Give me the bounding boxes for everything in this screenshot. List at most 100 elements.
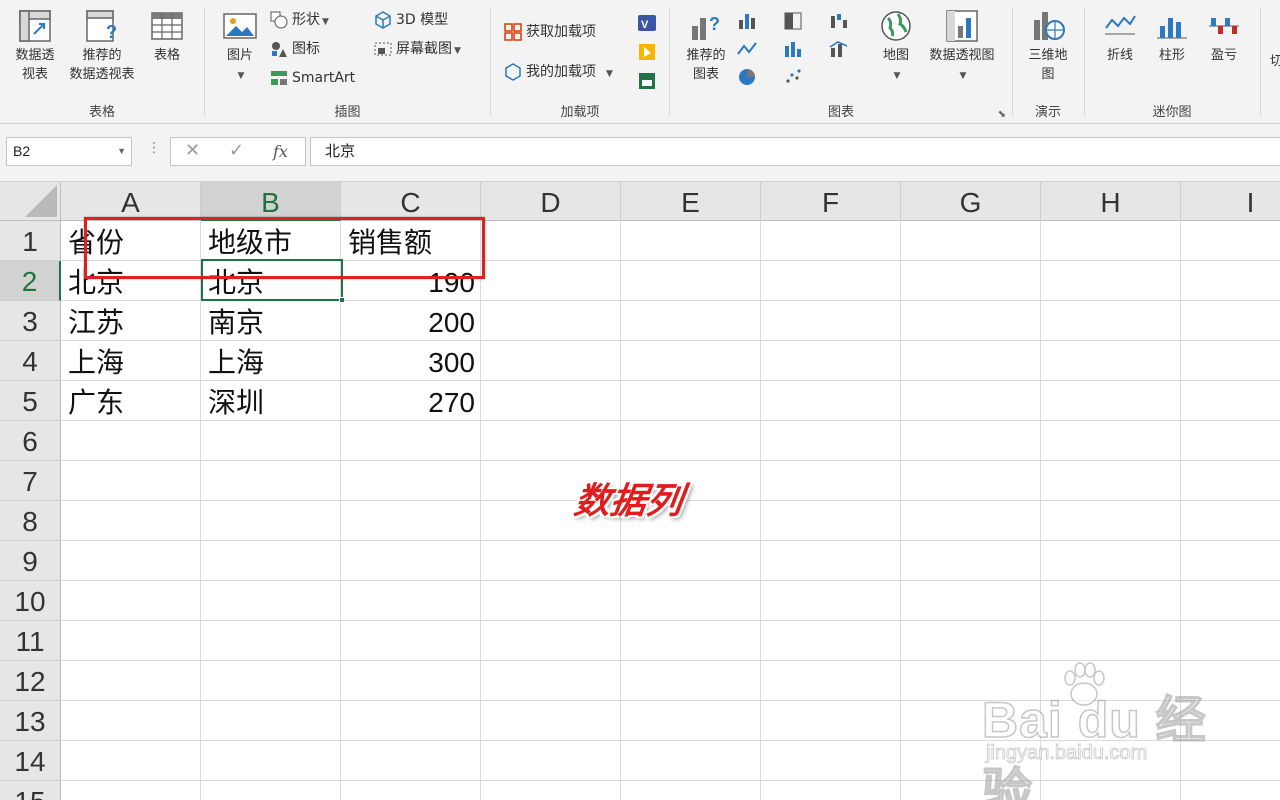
- pivot-chart-label: 数据透视图: [929, 48, 995, 63]
- chevron-down-icon: ▼: [893, 71, 901, 81]
- table-button[interactable]: 表格: [142, 8, 192, 65]
- picture-button[interactable]: 图片 ▼: [217, 8, 263, 86]
- row-header-7[interactable]: 7: [0, 461, 61, 501]
- cell-a4[interactable]: 上海: [61, 341, 201, 381]
- cell-a1[interactable]: 省份: [61, 221, 201, 261]
- enter-icon[interactable]: ✓: [229, 140, 244, 161]
- sparkline-winloss-button[interactable]: 盈亏: [1201, 8, 1247, 65]
- 3d-map-icon: [1034, 12, 1065, 40]
- combo-chart-icon[interactable]: [828, 38, 850, 60]
- scatter-chart-icon[interactable]: [782, 66, 804, 88]
- pivot-chart-button[interactable]: 数据透视图 ▼: [922, 8, 1002, 86]
- row-header-11[interactable]: 11: [0, 621, 61, 661]
- map-label: 地图: [882, 48, 909, 63]
- sparkline-column-button[interactable]: 柱形: [1149, 8, 1195, 65]
- column-header-d[interactable]: D: [481, 182, 621, 221]
- row-header-4[interactable]: 4: [0, 341, 61, 381]
- ribbon-insert-tab: 数据透 视表 ? 推荐的 数据透视表 表格 表格 图片 ▼ 形状 ▼ 图标 Sm…: [0, 0, 1280, 124]
- cell-b1[interactable]: 地级市: [201, 221, 341, 261]
- row-header-6[interactable]: 6: [0, 421, 61, 461]
- pivot-table-button[interactable]: 数据透 视表: [6, 8, 64, 84]
- icons-label: 图标: [292, 41, 320, 57]
- cell-b5[interactable]: 深圳: [201, 381, 341, 421]
- slicer-button-cutoff[interactable]: 切: [1270, 50, 1280, 74]
- group-sparklines-label: 迷你图: [1152, 105, 1192, 120]
- pivot-chart-icon: [946, 10, 978, 42]
- fill-handle[interactable]: [339, 297, 345, 303]
- cell-c5[interactable]: 270: [341, 381, 481, 421]
- row-header-13[interactable]: 13: [0, 701, 61, 741]
- smartart-button[interactable]: SmartArt: [269, 66, 355, 90]
- column-header-i[interactable]: I: [1181, 182, 1280, 221]
- insert-function-icon[interactable]: fx: [273, 142, 288, 161]
- get-addins-button[interactable]: 获取加载项: [503, 20, 596, 44]
- column-header-e[interactable]: E: [621, 182, 761, 221]
- group-charts-label: 图表: [827, 105, 854, 120]
- cell-b2[interactable]: 北京: [201, 261, 341, 301]
- bing-maps-icon[interactable]: [636, 41, 658, 63]
- row-header-15[interactable]: 15: [0, 781, 61, 800]
- sparkline-line-button[interactable]: 折线: [1097, 8, 1143, 65]
- group-addins-label: 加载项: [560, 105, 600, 120]
- line-chart-icon[interactable]: [736, 38, 758, 60]
- cell-c2[interactable]: 190: [341, 261, 481, 301]
- icons-button[interactable]: 图标: [269, 37, 320, 61]
- map-button[interactable]: 地图 ▼: [874, 8, 918, 86]
- pie-chart-icon[interactable]: [736, 66, 758, 88]
- row-header-5[interactable]: 5: [0, 381, 61, 421]
- cell-a3[interactable]: 江苏: [61, 301, 201, 341]
- my-addins-icon: [505, 63, 521, 81]
- row-header-12[interactable]: 12: [0, 661, 61, 701]
- column-header-g[interactable]: G: [901, 182, 1041, 221]
- chevron-down-icon: ▼: [606, 69, 613, 79]
- svg-text:?: ?: [709, 14, 720, 34]
- column-header-c[interactable]: C: [341, 182, 481, 221]
- cell-a2[interactable]: 北京: [61, 261, 201, 301]
- formula-buttons: ✕ ✓ fx: [170, 137, 306, 166]
- people-graph-icon[interactable]: [636, 70, 658, 92]
- recommended-charts-button[interactable]: ? 推荐的 图表: [680, 8, 732, 84]
- cell-b3[interactable]: 南京: [201, 301, 341, 341]
- row-header-9[interactable]: 9: [0, 541, 61, 581]
- group-tables-label: 表格: [88, 105, 115, 120]
- dialog-launcher-icon[interactable]: ⬊: [998, 109, 1006, 120]
- column-chart-icon[interactable]: [736, 10, 758, 32]
- picture-label: 图片: [226, 48, 253, 63]
- column-header-a[interactable]: A: [61, 182, 201, 221]
- 3d-model-button[interactable]: 3D 模型: [373, 8, 448, 32]
- annotation-label: 数据列: [571, 480, 686, 522]
- recommended-pivot-button[interactable]: ? 推荐的 数据透视表: [64, 8, 140, 84]
- cancel-icon[interactable]: ✕: [185, 140, 200, 161]
- 3d-model-icon: [375, 11, 391, 29]
- cell-c4[interactable]: 300: [341, 341, 481, 381]
- waterfall-chart-icon[interactable]: [828, 10, 850, 32]
- row-header-1[interactable]: 1: [0, 221, 61, 261]
- statistic-chart-icon[interactable]: [782, 38, 804, 60]
- cell-c3[interactable]: 200: [341, 301, 481, 341]
- store-icon: [504, 23, 522, 41]
- select-all-triangle-icon: [25, 185, 57, 217]
- cell-a5[interactable]: 广东: [61, 381, 201, 421]
- name-box[interactable]: B2 ▼: [6, 137, 132, 166]
- column-header-f[interactable]: F: [761, 182, 901, 221]
- row-header-8[interactable]: 8: [0, 501, 61, 541]
- column-header-b[interactable]: B: [201, 182, 341, 221]
- chevron-down-icon[interactable]: ▼: [117, 138, 126, 165]
- visio-icon[interactable]: V: [636, 12, 658, 34]
- screenshot-label: 屏幕截图: [396, 41, 452, 57]
- row-header-2[interactable]: 2: [0, 261, 61, 301]
- row-header-10[interactable]: 10: [0, 581, 61, 621]
- resize-handle-icon[interactable]: ⋮: [147, 140, 161, 156]
- screenshot-button[interactable]: 屏幕截图 ▼: [373, 37, 461, 61]
- my-addins-button[interactable]: 我的加载项 ▼: [503, 60, 613, 84]
- formula-input[interactable]: 北京: [310, 137, 1280, 166]
- 3d-map-button[interactable]: 三维地 图: [1021, 8, 1075, 84]
- shapes-button[interactable]: 形状 ▼: [269, 8, 329, 32]
- row-header-3[interactable]: 3: [0, 301, 61, 341]
- row-header-14[interactable]: 14: [0, 741, 61, 781]
- hierarchy-chart-icon[interactable]: [782, 10, 804, 32]
- select-all-button[interactable]: [0, 182, 61, 221]
- column-header-h[interactable]: H: [1041, 182, 1181, 221]
- cell-c1[interactable]: 销售额: [341, 221, 481, 261]
- cell-b4[interactable]: 上海: [201, 341, 341, 381]
